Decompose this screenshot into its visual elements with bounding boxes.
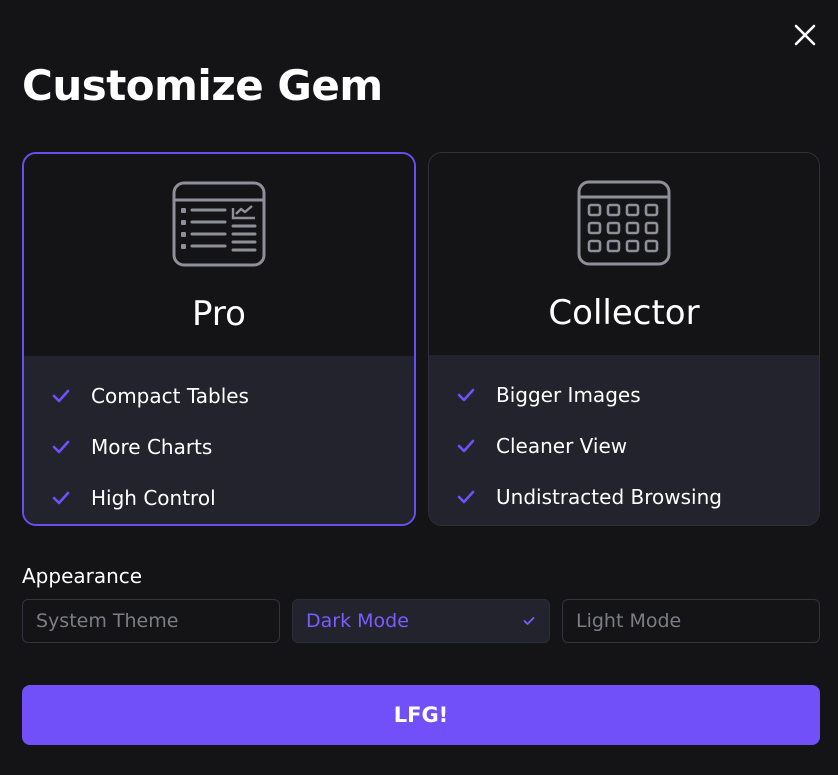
card-header: Collector	[429, 153, 819, 355]
light-mode-option[interactable]: Light Mode	[562, 599, 820, 643]
check-icon	[52, 491, 70, 504]
feature-list: Bigger Images Cleaner View Undistracted …	[429, 355, 819, 525]
modal-title: Customize Gem	[22, 61, 383, 110]
feature-label: High Control	[91, 485, 216, 510]
check-icon	[457, 388, 475, 401]
system-theme-option[interactable]: System Theme	[22, 599, 280, 643]
feature-list: Compact Tables More Charts High Control	[24, 356, 414, 524]
card-title-collector: Collector	[548, 293, 700, 333]
customize-modal: Customize Gem Pro Compact Tables More Ch…	[0, 0, 838, 775]
list-item: More Charts	[24, 421, 414, 472]
check-icon	[457, 439, 475, 452]
grid-icon	[577, 180, 671, 266]
feature-label: Compact Tables	[91, 383, 249, 408]
feature-label: Cleaner View	[496, 433, 628, 458]
list-item: Cleaner View	[429, 420, 819, 471]
check-icon	[457, 490, 475, 503]
card-title-pro: Pro	[192, 294, 246, 334]
option-label: Dark Mode	[306, 610, 409, 632]
list-item: Bigger Images	[429, 369, 819, 420]
card-collector[interactable]: Collector Bigger Images Cleaner View Und…	[428, 152, 820, 526]
check-icon	[52, 389, 70, 402]
list-item: Undistracted Browsing	[429, 471, 819, 522]
table-chart-icon	[172, 181, 266, 267]
feature-label: Bigger Images	[496, 382, 641, 407]
option-label: System Theme	[36, 610, 179, 632]
feature-label: Undistracted Browsing	[496, 484, 722, 509]
card-pro[interactable]: Pro Compact Tables More Charts High Cont…	[22, 152, 416, 526]
feature-label: More Charts	[91, 434, 213, 459]
check-icon	[523, 617, 535, 625]
appearance-label: Appearance	[22, 564, 143, 588]
lfg-button[interactable]: LFG!	[22, 685, 820, 745]
dark-mode-option[interactable]: Dark Mode	[292, 599, 550, 643]
list-item: High Control	[24, 472, 414, 523]
close-button[interactable]	[790, 20, 820, 50]
list-item: Compact Tables	[24, 370, 414, 421]
check-icon	[52, 440, 70, 453]
card-header: Pro	[24, 154, 414, 356]
close-icon	[794, 24, 816, 46]
option-label: Light Mode	[576, 610, 682, 632]
